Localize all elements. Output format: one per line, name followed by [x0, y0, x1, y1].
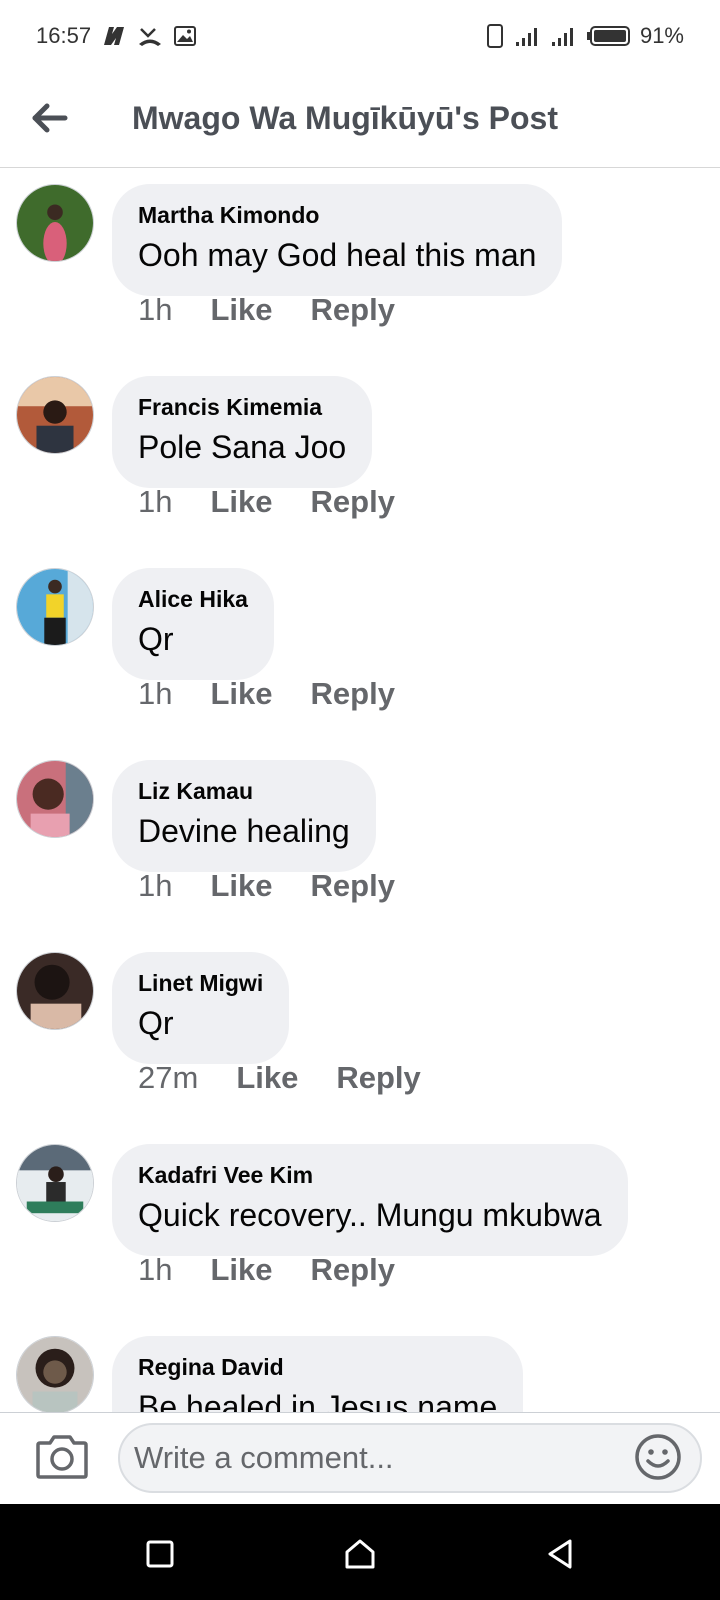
- camera-button[interactable]: [34, 1431, 90, 1483]
- comment-time[interactable]: 27m: [138, 1060, 198, 1096]
- comment-actions: 27m Like Reply: [138, 1060, 421, 1096]
- comment-bubble[interactable]: Francis Kimemia Pole Sana Joo: [112, 376, 373, 488]
- phone-icon: [486, 23, 504, 49]
- signal-icon: [550, 25, 576, 47]
- like-button[interactable]: Like: [210, 868, 272, 904]
- comment-item: Liz Kamau Devine healing 1h Like Reply: [0, 744, 720, 936]
- smiley-icon: [635, 1434, 681, 1480]
- avatar[interactable]: [16, 952, 94, 1030]
- reply-button[interactable]: Reply: [311, 676, 395, 712]
- avatar[interactable]: [16, 376, 94, 454]
- square-icon: [146, 1540, 174, 1568]
- comment-time[interactable]: 1h: [138, 292, 172, 328]
- signal-icon: [514, 25, 540, 47]
- comment-author[interactable]: Liz Kamau: [138, 776, 350, 806]
- like-button[interactable]: Like: [210, 676, 272, 712]
- comment-actions: 1h Like Reply: [138, 868, 395, 904]
- comment-author[interactable]: Linet Migwi: [138, 968, 263, 998]
- comment-text: Devine healing: [138, 813, 350, 849]
- comment-author[interactable]: Kadafri Vee Kim: [138, 1160, 602, 1190]
- comment-item: Martha Kimondo Ooh may God heal this man…: [0, 168, 720, 360]
- comment-item: Alice Hika Qr 1h Like Reply: [0, 552, 720, 744]
- reply-button[interactable]: Reply: [311, 868, 395, 904]
- arrow-left-icon: [32, 103, 68, 133]
- reply-button[interactable]: Reply: [311, 484, 395, 520]
- comment-bubble[interactable]: Martha Kimondo Ooh may God heal this man: [112, 184, 563, 296]
- comment-bubble[interactable]: Linet Migwi Qr: [112, 952, 290, 1064]
- comment-author[interactable]: Martha Kimondo: [138, 200, 536, 230]
- like-button[interactable]: Like: [210, 292, 272, 328]
- netflix-icon: [101, 25, 127, 47]
- comment-time[interactable]: 1h: [138, 868, 172, 904]
- comment-text: Pole Sana Joo: [138, 429, 347, 465]
- comment-item: Kadafri Vee Kim Quick recovery.. Mungu m…: [0, 1128, 720, 1320]
- comment-list[interactable]: Martha Kimondo Ooh may God heal this man…: [0, 168, 720, 1412]
- like-button[interactable]: Like: [210, 484, 272, 520]
- comment-author[interactable]: Francis Kimemia: [138, 392, 346, 422]
- post-header: Mwago Wa Mugīkūyū's Post: [0, 72, 720, 168]
- comment-author[interactable]: Regina David: [138, 1352, 497, 1382]
- battery-icon: [586, 25, 630, 47]
- comment-actions: 1h Like Reply: [138, 292, 395, 328]
- avatar[interactable]: [16, 568, 94, 646]
- reply-button[interactable]: Reply: [336, 1060, 420, 1096]
- comment-text: Qr: [138, 621, 174, 657]
- like-button[interactable]: Like: [210, 1252, 272, 1288]
- comment-author[interactable]: Alice Hika: [138, 584, 248, 614]
- status-time: 16:57: [36, 23, 92, 48]
- system-navigation-bar: [0, 1504, 720, 1600]
- comment-time[interactable]: 1h: [138, 484, 172, 520]
- comment-text: Ooh may God heal this man: [138, 237, 537, 273]
- comment-input[interactable]: Write a comment...: [118, 1423, 702, 1493]
- status-bar: 16:57 91%: [0, 0, 720, 72]
- camera-icon: [36, 1435, 88, 1479]
- image-icon: [173, 25, 197, 47]
- comment-text: Qr: [138, 1005, 174, 1041]
- comment-time[interactable]: 1h: [138, 1252, 172, 1288]
- avatar[interactable]: [16, 184, 94, 262]
- emoji-button[interactable]: [632, 1431, 684, 1483]
- triangle-back-icon: [548, 1539, 572, 1569]
- comment-item: Regina David Be healed in Jesus name: [0, 1320, 720, 1412]
- reply-button[interactable]: Reply: [311, 1252, 395, 1288]
- comment-bubble[interactable]: Liz Kamau Devine healing: [112, 760, 376, 872]
- home-icon: [345, 1539, 375, 1569]
- like-button[interactable]: Like: [236, 1060, 298, 1096]
- back-button[interactable]: [26, 94, 74, 142]
- avatar[interactable]: [16, 760, 94, 838]
- avatar[interactable]: [16, 1336, 94, 1412]
- comment-actions: 1h Like Reply: [138, 484, 395, 520]
- comment-actions: 1h Like Reply: [138, 676, 395, 712]
- comment-text: Be healed in Jesus name: [138, 1389, 498, 1412]
- comment-input-placeholder: Write a comment...: [134, 1440, 394, 1475]
- page-title: Mwago Wa Mugīkūyū's Post: [132, 100, 558, 136]
- comment-item: Linet Migwi Qr 27m Like Reply: [0, 936, 720, 1128]
- comment-text: Quick recovery.. Mungu mkubwa: [138, 1197, 602, 1233]
- comment-item: Francis Kimemia Pole Sana Joo 1h Like Re…: [0, 360, 720, 552]
- comment-composer: Write a comment...: [0, 1412, 720, 1504]
- recents-button[interactable]: [140, 1534, 180, 1574]
- reply-button[interactable]: Reply: [311, 292, 395, 328]
- comment-actions: 1h Like Reply: [138, 1252, 395, 1288]
- comment-time[interactable]: 1h: [138, 676, 172, 712]
- comment-bubble[interactable]: Alice Hika Qr: [112, 568, 274, 680]
- back-nav-button[interactable]: [540, 1534, 580, 1574]
- battery-percent: 91%: [639, 23, 684, 48]
- missed-call-icon: [137, 25, 163, 47]
- avatar[interactable]: [16, 1144, 94, 1222]
- home-button[interactable]: [340, 1534, 380, 1574]
- comment-bubble[interactable]: Kadafri Vee Kim Quick recovery.. Mungu m…: [112, 1144, 628, 1256]
- comment-bubble[interactable]: Regina David Be healed in Jesus name: [112, 1336, 524, 1412]
